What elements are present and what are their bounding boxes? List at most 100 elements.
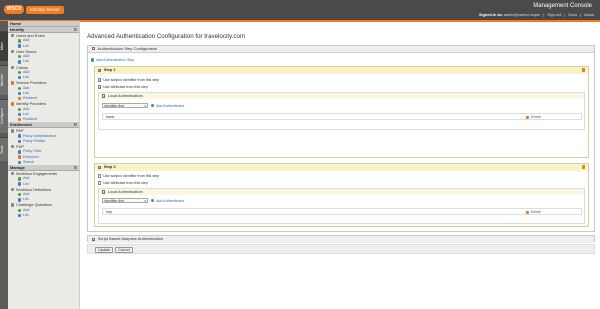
about-link[interactable]: About: [584, 13, 594, 17]
list-icon: [18, 112, 22, 117]
step-1-subject-option: ✓ Use subject identifier from this step: [98, 78, 160, 83]
add-icon: [18, 208, 22, 213]
top-bar: WSO2 Identity Server Management Console …: [0, 0, 600, 20]
trash-icon[interactable]: [581, 68, 585, 73]
sidebar-section-manage[interactable]: Manage ⊟: [8, 164, 79, 171]
add-icon: [18, 192, 22, 197]
sidebar-section-entitlement[interactable]: Entitlement ⊟: [8, 122, 79, 129]
add-icon: [18, 86, 22, 90]
main-content: Advanced Authentication Configuration fo…: [81, 21, 600, 309]
local-authenticators-header[interactable]: − Local Authenticators: [99, 189, 584, 195]
step-1-authenticator-select[interactable]: identifier-first ▾: [102, 103, 148, 108]
step-2-attributes-option: Use attributes from this step: [98, 181, 148, 185]
add-icon: [18, 107, 22, 111]
step-2-authenticator-select[interactable]: identifier-first ▾: [102, 198, 148, 203]
collapse-icon[interactable]: −: [98, 68, 102, 72]
pdp-icon: [11, 144, 15, 149]
step-1-authenticator-row: basic Delete: [102, 113, 582, 120]
search-icon: [18, 160, 22, 165]
step-2-delete-authenticator[interactable]: Delete: [525, 209, 541, 216]
chevron-down-icon: ▾: [144, 104, 146, 108]
view-icon: [18, 150, 22, 154]
step-1-add-authenticator[interactable]: Add Authenticator: [151, 104, 184, 108]
step-2-local-authenticators: − Local Authenticators identifier-first …: [98, 188, 585, 224]
users-icon: [11, 34, 15, 38]
script-panel: + Script Based Adaptive Authentication: [87, 235, 595, 243]
policy-icon: [18, 134, 22, 138]
list-icon: [18, 76, 22, 80]
tab-main[interactable]: Main: [0, 31, 8, 61]
action-bar: Update Cancel: [87, 244, 595, 254]
step-1-delete-authenticator[interactable]: Delete: [525, 114, 541, 121]
sidebar: Home Identity ⊟ Users and Roles Add List …: [8, 21, 80, 309]
sidebar-item-cq-list[interactable]: List: [8, 213, 79, 218]
signed-in-label: Signed-in as:: [478, 13, 503, 17]
step-2-authenticator-row: totp Delete: [102, 208, 582, 215]
add-icon: [18, 70, 22, 75]
signed-in-user: admin@carbon.super: [503, 13, 541, 17]
cancel-button[interactable]: Cancel: [115, 246, 133, 253]
add-icon: [18, 39, 22, 43]
list-icon: [18, 91, 22, 96]
step-2-subject-checkbox[interactable]: [98, 174, 102, 178]
collapse-icon[interactable]: ⊟: [74, 165, 77, 171]
service-provider-icon: [11, 81, 15, 85]
list-icon: [18, 182, 22, 186]
local-authenticators-header[interactable]: − Local Authenticators: [99, 93, 584, 99]
step-2-attributes-checkbox[interactable]: [98, 181, 102, 185]
workflow-icon: [11, 187, 15, 192]
list-icon: [18, 44, 22, 48]
database-icon: [11, 49, 15, 54]
question-icon: [11, 203, 15, 207]
trash-icon[interactable]: [581, 165, 585, 170]
update-button[interactable]: Update: [95, 246, 114, 253]
add-step-link[interactable]: Add Authentication Step: [91, 58, 134, 62]
step-1-header[interactable]: − Step 1: [95, 67, 588, 74]
step-config-header[interactable]: − Authentication Step Configuration: [88, 46, 594, 53]
resident-icon: [18, 117, 22, 122]
step-config-panel: − Authentication Step Configuration Add …: [87, 45, 595, 232]
list-icon: [18, 198, 22, 202]
trash-icon: [525, 115, 530, 120]
docs-link[interactable]: Docs: [568, 13, 577, 17]
vertical-tabs: Main Monitor Configure Tools: [0, 21, 8, 309]
resident-icon: [18, 96, 22, 101]
add-icon: [18, 177, 22, 181]
console-title: Management Console: [533, 3, 592, 9]
workflow-icon: [11, 171, 15, 176]
trash-icon: [525, 210, 530, 215]
collapse-icon[interactable]: −: [92, 47, 96, 51]
claims-icon: [11, 65, 15, 69]
top-nav: Signed-in as: admin@carbon.super | Sign-…: [478, 13, 594, 17]
step-2-add-authenticator[interactable]: Add Authenticator: [151, 199, 184, 203]
add-icon: [151, 198, 155, 203]
collapse-icon[interactable]: ⊟: [74, 27, 77, 33]
logo[interactable]: WSO2 Identity Server: [4, 4, 64, 15]
add-icon: [151, 103, 155, 108]
script-panel-header[interactable]: + Script Based Adaptive Authentication: [88, 236, 594, 243]
sidebar-section-identity[interactable]: Identity ⊟: [8, 27, 79, 33]
add-icon: [91, 58, 95, 62]
expand-icon[interactable]: +: [92, 237, 96, 241]
publish-icon: [18, 139, 22, 144]
step-2-header[interactable]: − Step 2: [95, 164, 588, 171]
collapse-icon[interactable]: −: [98, 165, 102, 169]
collapse-icon[interactable]: −: [102, 94, 106, 98]
identity-provider-icon: [11, 102, 15, 106]
sign-out-link[interactable]: Sign-out: [547, 13, 561, 17]
add-icon: [18, 55, 22, 59]
step-2-subject-option: Use subject identifier from this step: [98, 174, 159, 178]
collapse-icon[interactable]: −: [102, 190, 106, 194]
step-1-subject-checkbox[interactable]: ✓: [98, 78, 102, 82]
tab-configure[interactable]: Configure: [0, 99, 8, 133]
chevron-down-icon: ▾: [144, 199, 146, 203]
list-icon: [18, 60, 22, 64]
collapse-icon[interactable]: ⊟: [74, 122, 77, 128]
tab-tools[interactable]: Tools: [0, 137, 8, 161]
tab-monitor[interactable]: Monitor: [0, 65, 8, 95]
list-icon: [18, 213, 22, 218]
step-1-local-authenticators: − Local Authenticators identifier-first …: [98, 92, 585, 130]
logo-text: Identity Server: [26, 5, 64, 14]
step-1-attributes-checkbox[interactable]: ✓: [98, 85, 102, 89]
step-2: − Step 2 Use subject identifier from thi…: [94, 163, 589, 227]
